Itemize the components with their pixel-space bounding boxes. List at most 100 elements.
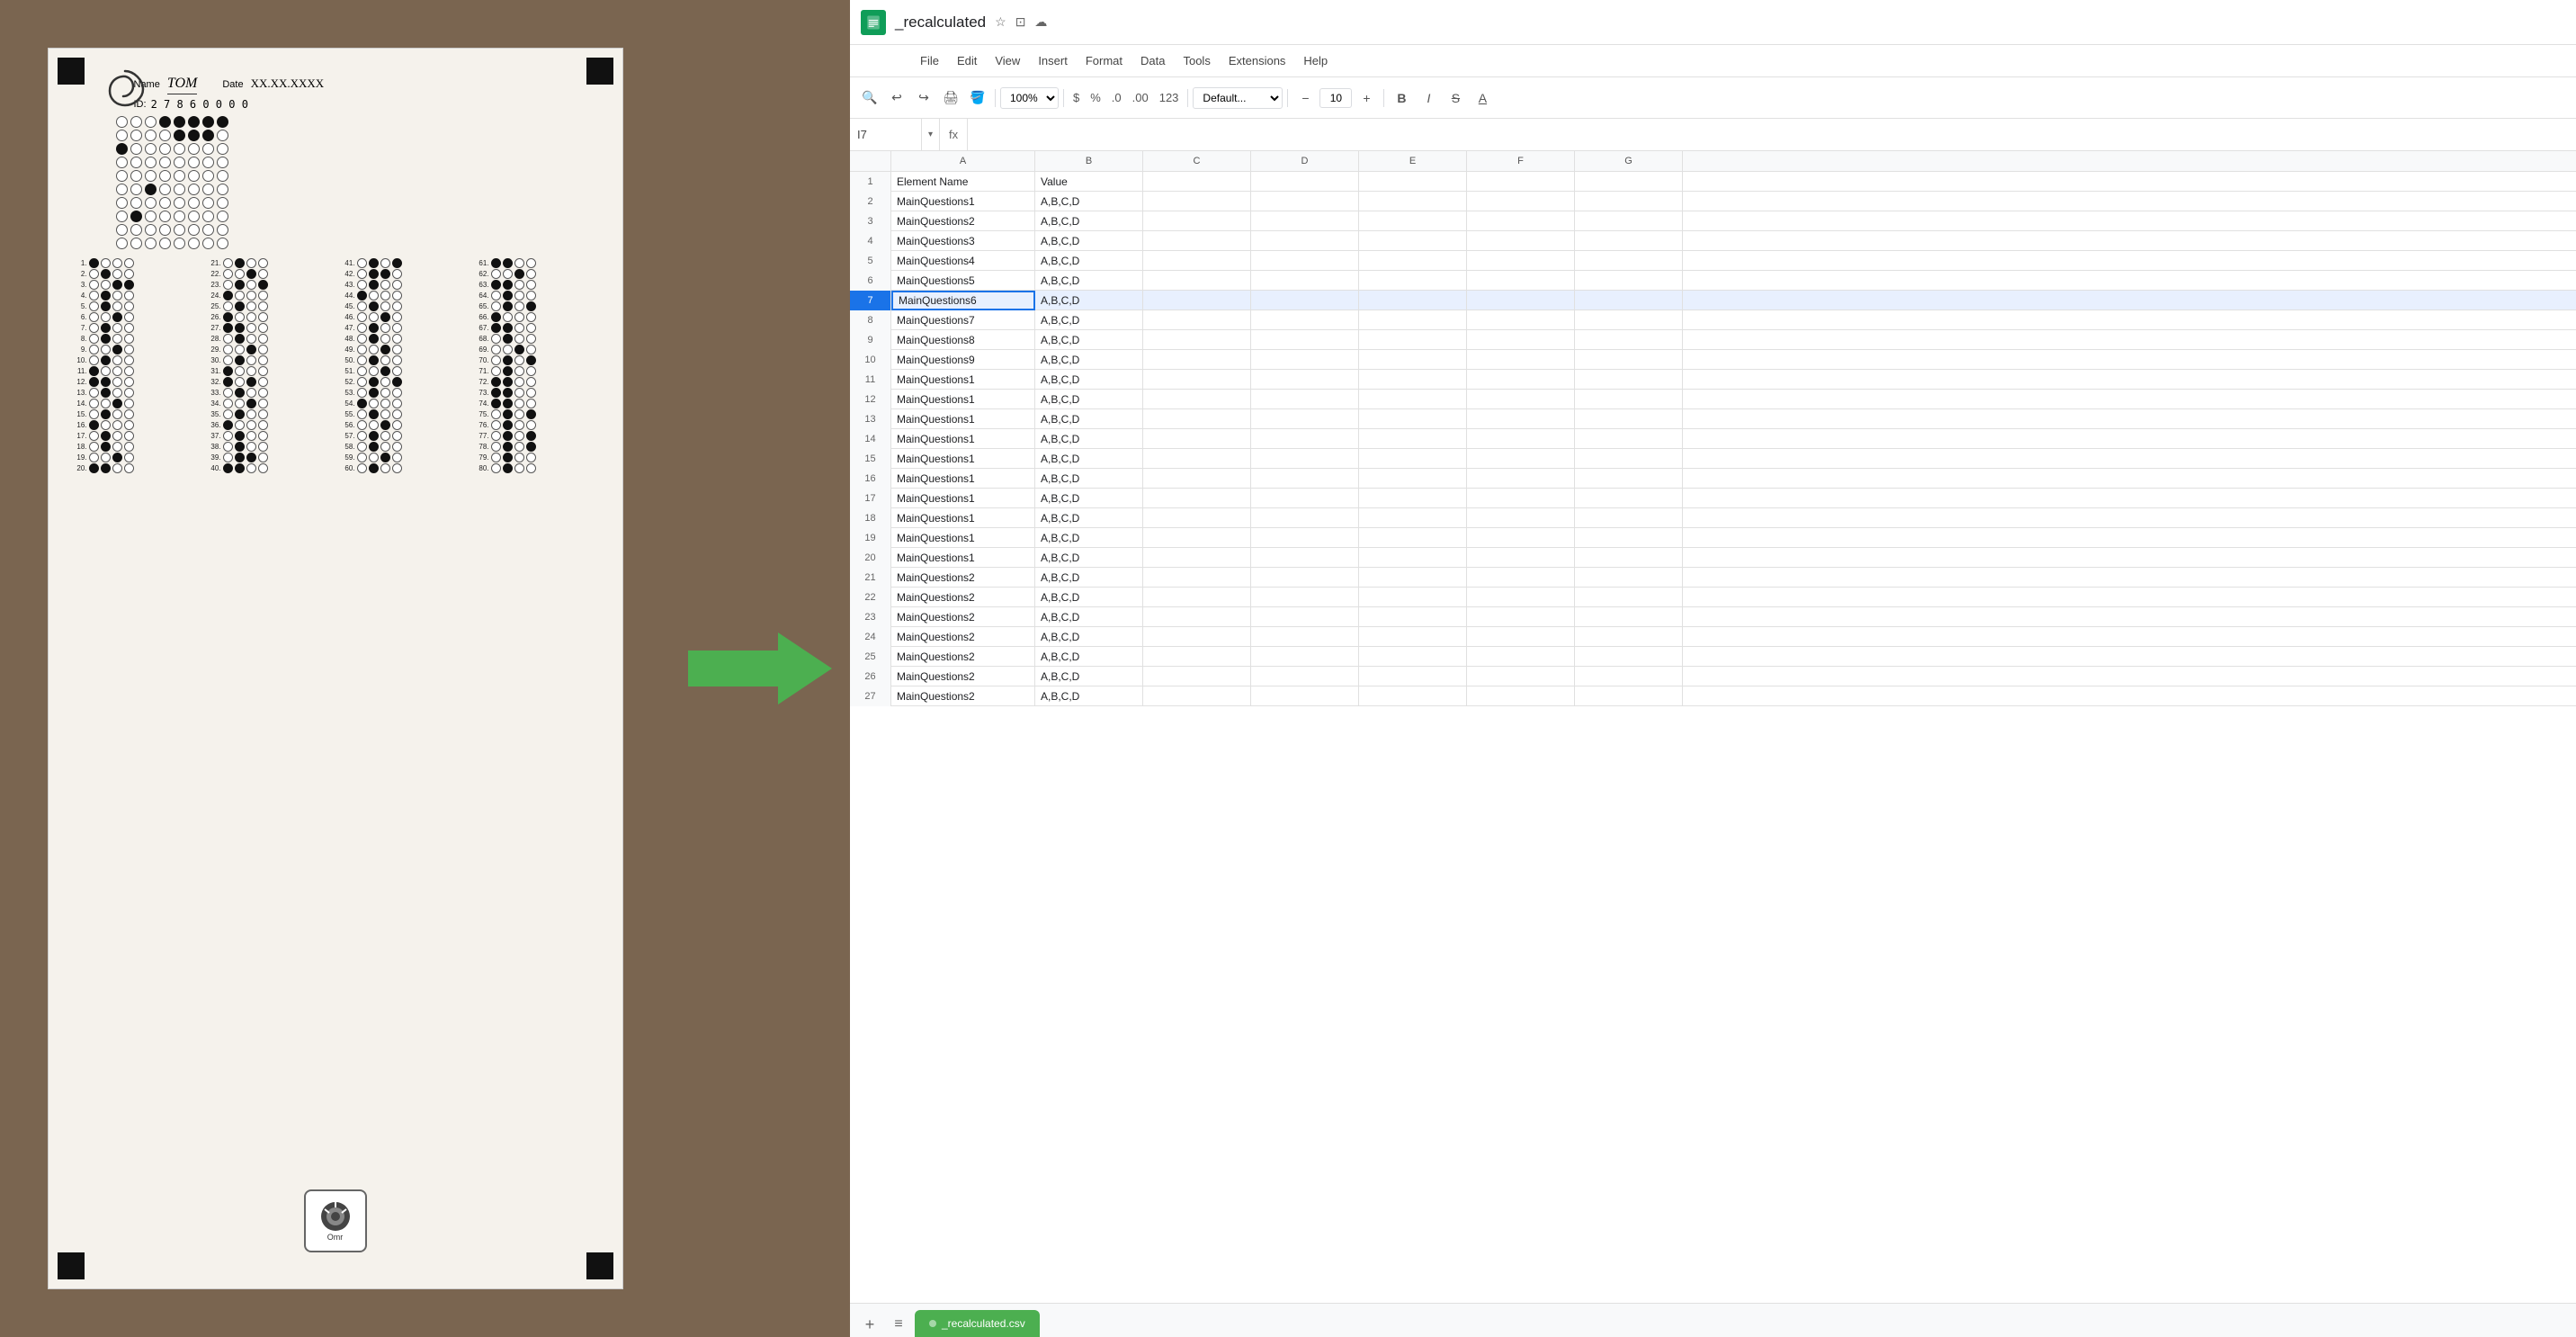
col-header-a[interactable]: A: [891, 151, 1035, 171]
col-header-e[interactable]: E: [1359, 151, 1467, 171]
cell-g[interactable]: [1575, 370, 1683, 390]
menu-tools[interactable]: Tools: [1176, 50, 1217, 71]
cell-f[interactable]: [1467, 489, 1575, 508]
cell-c[interactable]: [1143, 588, 1251, 607]
cell-g[interactable]: [1575, 291, 1683, 310]
table-row[interactable]: 7MainQuestions6A,B,C,D: [850, 291, 2576, 310]
cell-b[interactable]: Value: [1035, 172, 1143, 192]
cell-e[interactable]: [1359, 310, 1467, 330]
cell-c[interactable]: [1143, 489, 1251, 508]
cell-g[interactable]: [1575, 310, 1683, 330]
cell-e[interactable]: [1359, 627, 1467, 647]
cell-d[interactable]: [1251, 211, 1359, 231]
cell-e[interactable]: [1359, 449, 1467, 469]
cell-c[interactable]: [1143, 192, 1251, 211]
cell-a[interactable]: MainQuestions2: [891, 211, 1035, 231]
cell-b[interactable]: A,B,C,D: [1035, 647, 1143, 667]
table-row[interactable]: 12MainQuestions1A,B,C,D: [850, 390, 2576, 409]
cell-g[interactable]: [1575, 489, 1683, 508]
cell-e[interactable]: [1359, 251, 1467, 271]
cell-f[interactable]: [1467, 231, 1575, 251]
cell-e[interactable]: [1359, 647, 1467, 667]
sheet-tab-recalculated[interactable]: _recalculated.csv: [915, 1310, 1040, 1337]
cell-e[interactable]: [1359, 350, 1467, 370]
cell-f[interactable]: [1467, 172, 1575, 192]
cell-c[interactable]: [1143, 211, 1251, 231]
cell-g[interactable]: [1575, 588, 1683, 607]
cell-g[interactable]: [1575, 667, 1683, 686]
cell-f[interactable]: [1467, 449, 1575, 469]
cell-a[interactable]: MainQuestions1: [891, 429, 1035, 449]
cell-e[interactable]: [1359, 548, 1467, 568]
menu-data[interactable]: Data: [1133, 50, 1172, 71]
cell-a[interactable]: MainQuestions7: [891, 310, 1035, 330]
omr-app-icon[interactable]: Omr: [304, 1189, 367, 1252]
table-row[interactable]: 27MainQuestions2A,B,C,D: [850, 686, 2576, 706]
table-row[interactable]: 3MainQuestions2A,B,C,D: [850, 211, 2576, 231]
cell-c[interactable]: [1143, 647, 1251, 667]
cell-c[interactable]: [1143, 330, 1251, 350]
cell-e[interactable]: [1359, 429, 1467, 449]
cell-c[interactable]: [1143, 548, 1251, 568]
font-size-decrease[interactable]: −: [1292, 85, 1318, 111]
cell-c[interactable]: [1143, 172, 1251, 192]
font-select[interactable]: Default...: [1193, 87, 1283, 109]
cell-d[interactable]: [1251, 568, 1359, 588]
cell-b[interactable]: A,B,C,D: [1035, 291, 1143, 310]
cell-b[interactable]: A,B,C,D: [1035, 686, 1143, 706]
cell-a[interactable]: MainQuestions9: [891, 350, 1035, 370]
cell-f[interactable]: [1467, 686, 1575, 706]
cell-d[interactable]: [1251, 469, 1359, 489]
cell-c[interactable]: [1143, 251, 1251, 271]
table-row[interactable]: 1Element NameValue: [850, 172, 2576, 192]
cell-g[interactable]: [1575, 568, 1683, 588]
cell-a[interactable]: MainQuestions1: [891, 409, 1035, 429]
cell-g[interactable]: [1575, 251, 1683, 271]
cell-b[interactable]: A,B,C,D: [1035, 330, 1143, 350]
cell-e[interactable]: [1359, 528, 1467, 548]
cell-c[interactable]: [1143, 528, 1251, 548]
cell-b[interactable]: A,B,C,D: [1035, 192, 1143, 211]
menu-view[interactable]: View: [988, 50, 1027, 71]
cell-f[interactable]: [1467, 330, 1575, 350]
add-sheet-button[interactable]: +: [857, 1312, 882, 1337]
cell-f[interactable]: [1467, 528, 1575, 548]
cell-g[interactable]: [1575, 231, 1683, 251]
menu-format[interactable]: Format: [1078, 50, 1130, 71]
menu-extensions[interactable]: Extensions: [1221, 50, 1293, 71]
table-row[interactable]: 21MainQuestions2A,B,C,D: [850, 568, 2576, 588]
table-row[interactable]: 8MainQuestions7A,B,C,D: [850, 310, 2576, 330]
cell-a[interactable]: MainQuestions1: [891, 370, 1035, 390]
cell-f[interactable]: [1467, 607, 1575, 627]
cell-b[interactable]: A,B,C,D: [1035, 390, 1143, 409]
cell-b[interactable]: A,B,C,D: [1035, 627, 1143, 647]
cell-b[interactable]: A,B,C,D: [1035, 607, 1143, 627]
cell-b[interactable]: A,B,C,D: [1035, 449, 1143, 469]
cell-c[interactable]: [1143, 231, 1251, 251]
table-row[interactable]: 11MainQuestions1A,B,C,D: [850, 370, 2576, 390]
cell-a[interactable]: MainQuestions2: [891, 627, 1035, 647]
cell-b[interactable]: A,B,C,D: [1035, 251, 1143, 271]
cell-d[interactable]: [1251, 588, 1359, 607]
cell-g[interactable]: [1575, 192, 1683, 211]
paint-format-button[interactable]: 🪣: [965, 85, 990, 111]
cell-f[interactable]: [1467, 667, 1575, 686]
cell-e[interactable]: [1359, 667, 1467, 686]
cell-d[interactable]: [1251, 350, 1359, 370]
cell-e[interactable]: [1359, 211, 1467, 231]
cell-g[interactable]: [1575, 409, 1683, 429]
cell-d[interactable]: [1251, 192, 1359, 211]
cell-e[interactable]: [1359, 330, 1467, 350]
cell-b[interactable]: A,B,C,D: [1035, 667, 1143, 686]
table-row[interactable]: 2MainQuestions1A,B,C,D: [850, 192, 2576, 211]
cell-f[interactable]: [1467, 271, 1575, 291]
cell-g[interactable]: [1575, 271, 1683, 291]
cell-e[interactable]: [1359, 588, 1467, 607]
cell-d[interactable]: [1251, 251, 1359, 271]
cell-d[interactable]: [1251, 449, 1359, 469]
cell-e[interactable]: [1359, 192, 1467, 211]
cell-c[interactable]: [1143, 449, 1251, 469]
cell-g[interactable]: [1575, 211, 1683, 231]
cell-d[interactable]: [1251, 489, 1359, 508]
table-row[interactable]: 19MainQuestions1A,B,C,D: [850, 528, 2576, 548]
